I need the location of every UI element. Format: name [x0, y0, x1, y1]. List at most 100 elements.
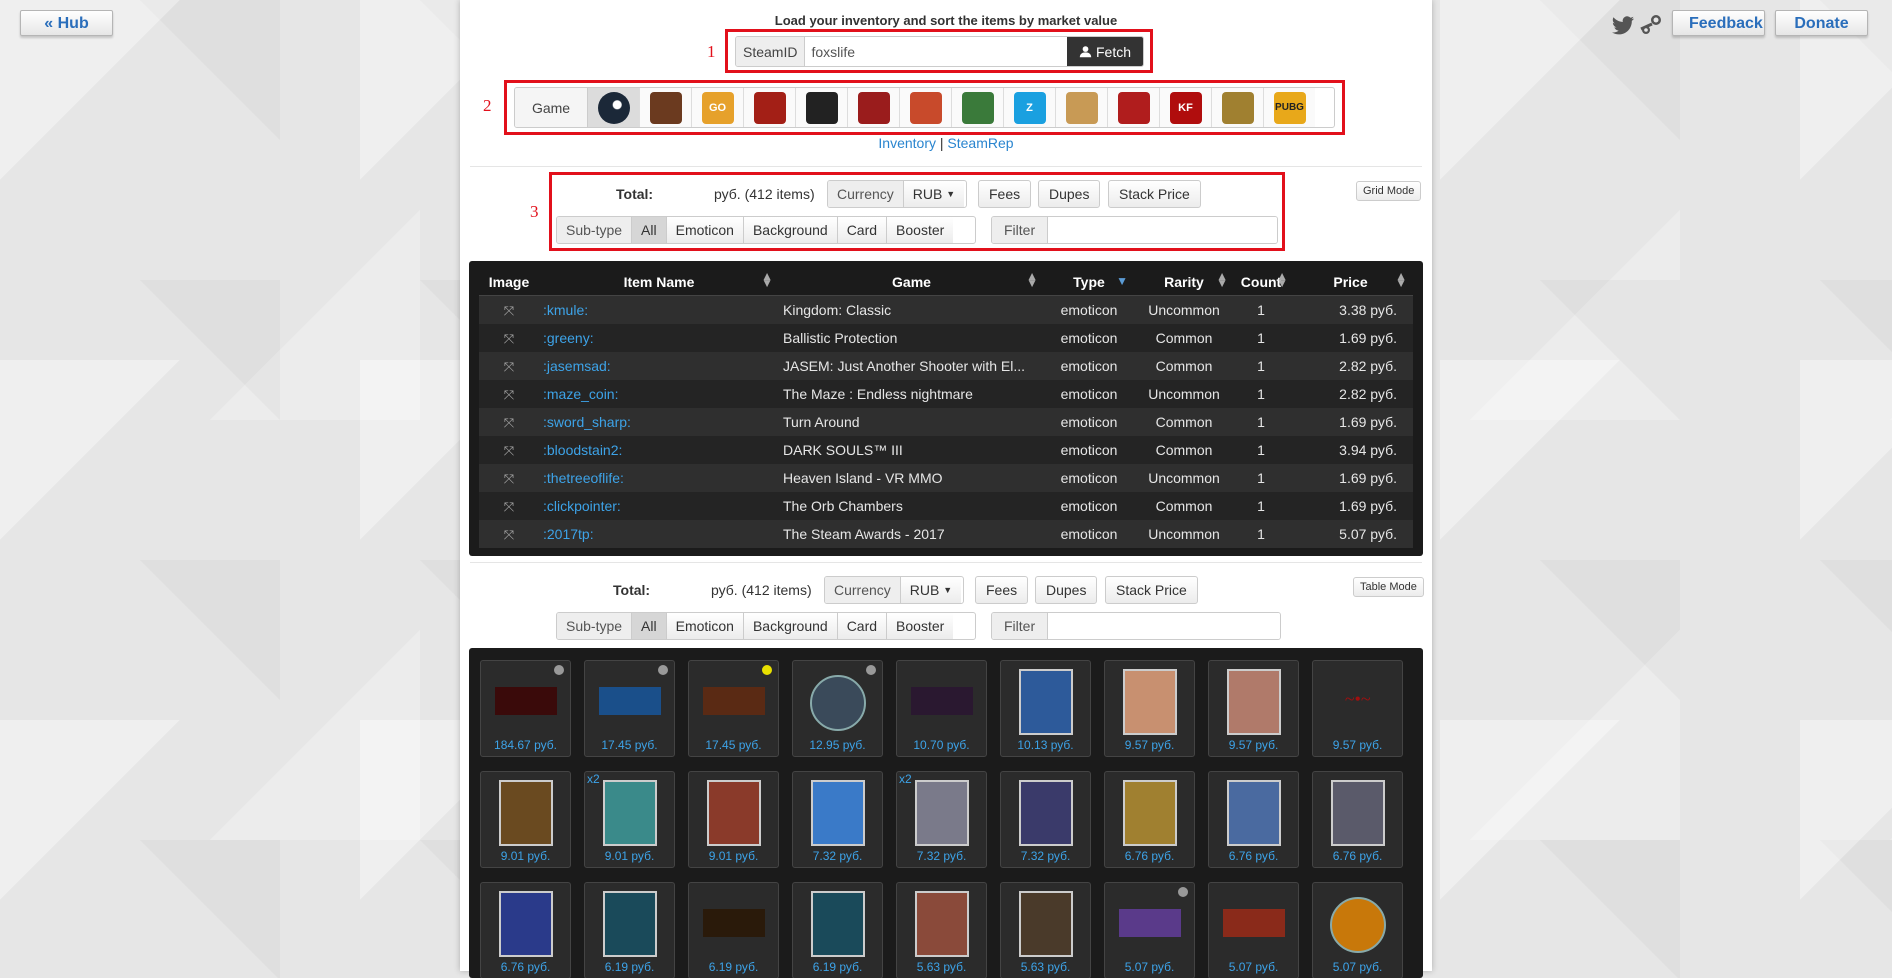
currency-dropdown[interactable]: RUB ▼ [900, 577, 962, 603]
fees-button[interactable]: Fees [975, 576, 1029, 604]
currency-select[interactable]: Currency RUB ▼ [824, 576, 964, 604]
expand-icon[interactable]: ⤧ [504, 471, 514, 487]
col-rarity[interactable]: Rarity ▲ ▼ [1134, 269, 1234, 296]
cell-name[interactable]: :bloodstain2: [539, 436, 779, 464]
grid-item[interactable]: 6.76 руб. [1104, 771, 1195, 868]
inventory-link[interactable]: Inventory [878, 135, 936, 151]
grid-item[interactable]: 5.63 руб. [896, 882, 987, 978]
hub-button[interactable]: « Hub [20, 10, 113, 36]
grid-item[interactable]: 5.07 руб. [1208, 882, 1299, 978]
fees-button[interactable]: Fees [978, 180, 1032, 208]
grid-item[interactable]: x2 7.32 руб. [896, 771, 987, 868]
grid-item[interactable]: 9.01 руб. [480, 771, 571, 868]
grid-item[interactable]: 7.32 руб. [792, 771, 883, 868]
grid-item[interactable]: x2 9.01 руб. [584, 771, 675, 868]
table-mode-button[interactable]: Table Mode [1353, 577, 1424, 597]
grid-item[interactable]: 6.19 руб. [584, 882, 675, 978]
steamrep-link[interactable]: SteamRep [947, 135, 1013, 151]
filter-input[interactable] [1048, 613, 1280, 639]
grid-item[interactable]: 7.32 руб. [1000, 771, 1091, 868]
game-button-bad-rats[interactable] [1056, 88, 1108, 127]
game-button-steam[interactable] [588, 88, 640, 127]
currency-select[interactable]: Currency RUB ▼ [827, 180, 967, 208]
grid-item[interactable]: 6.19 руб. [792, 882, 883, 978]
fetch-button[interactable]: Fetch [1066, 37, 1143, 66]
expand-icon[interactable]: ⤧ [504, 499, 514, 515]
game-button-csgo[interactable]: GO [692, 88, 744, 127]
game-button-dead-island[interactable]: Z [1004, 88, 1056, 127]
grid-item[interactable]: 9.57 руб. [1104, 660, 1195, 757]
col-price[interactable]: Price ▲ ▼ [1288, 269, 1413, 296]
subtype-all[interactable]: All [632, 217, 667, 243]
cell-name[interactable]: :jasemsad: [539, 352, 779, 380]
steam-icon [597, 91, 630, 124]
game-button-pubg[interactable]: PUBG [1264, 88, 1315, 127]
cell-name[interactable]: :sword_sharp: [539, 408, 779, 436]
expand-icon[interactable]: ⤧ [504, 303, 514, 319]
subtype-booster[interactable]: Booster [887, 217, 954, 243]
grid-item[interactable]: 5.07 руб. [1104, 882, 1195, 978]
grid-item[interactable]: 10.13 руб. [1000, 660, 1091, 757]
grid-item[interactable]: 9.01 руб. [688, 771, 779, 868]
grid-mode-button[interactable]: Grid Mode [1356, 181, 1422, 201]
game-button-dota-underlords[interactable] [1212, 88, 1264, 127]
col-count[interactable]: Count ▲ ▼ [1234, 269, 1288, 296]
col-type[interactable]: Type ▼ [1044, 269, 1134, 296]
game-button-rust[interactable] [900, 88, 952, 127]
cell-name[interactable]: :thetreeoflife: [539, 464, 779, 492]
donate-button[interactable]: Donate [1775, 10, 1868, 36]
expand-icon[interactable]: ⤧ [504, 443, 514, 459]
subtype-emoticon[interactable]: Emoticon [666, 613, 744, 639]
game-button-unturned[interactable] [952, 88, 1004, 127]
grid-item[interactable]: 9.57 руб. [1208, 660, 1299, 757]
feedback-button[interactable]: Feedback [1672, 10, 1765, 36]
cell-name[interactable]: :maze_coin: [539, 380, 779, 408]
expand-icon[interactable]: ⤧ [504, 387, 514, 403]
grid-item[interactable]: 17.45 руб. [584, 660, 675, 757]
grid-item[interactable]: 6.76 руб. [1208, 771, 1299, 868]
subtype-booster[interactable]: Booster [887, 613, 954, 639]
twitter-icon[interactable] [1610, 13, 1636, 37]
game-button-h1z1[interactable] [796, 88, 848, 127]
col-item-name[interactable]: Item Name ▲ ▼ [539, 269, 779, 296]
cell-name[interactable]: :kmule: [539, 295, 779, 324]
expand-icon[interactable]: ⤧ [504, 331, 514, 347]
filter-input[interactable] [1048, 217, 1277, 243]
subtype-card[interactable]: Card [837, 613, 888, 639]
items-grid: 184.67 руб. 17.45 руб. 17.45 руб. 12.95 руб… [469, 648, 1423, 978]
grid-item[interactable]: 184.67 руб. [480, 660, 571, 757]
grid-item[interactable]: 5.63 руб. [1000, 882, 1091, 978]
currency-dropdown[interactable]: RUB ▼ [903, 181, 965, 207]
steamid-input[interactable] [805, 37, 1067, 66]
col-game[interactable]: Game ▲ ▼ [779, 269, 1044, 296]
subtype-background[interactable]: Background [743, 217, 838, 243]
cell-name[interactable]: :2017tp: [539, 520, 779, 548]
grid-item[interactable]: ~•~ 9.57 руб. [1312, 660, 1403, 757]
game-button-killing-floor[interactable] [1108, 88, 1160, 127]
grid-item[interactable]: 6.76 руб. [480, 882, 571, 978]
expand-icon[interactable]: ⤧ [504, 527, 514, 543]
grid-item[interactable]: 12.95 руб. [792, 660, 883, 757]
subtype-background[interactable]: Background [743, 613, 838, 639]
grid-item[interactable]: 6.19 руб. [688, 882, 779, 978]
dupes-button[interactable]: Dupes [1035, 576, 1098, 604]
expand-icon[interactable]: ⤧ [504, 359, 514, 375]
dupes-button[interactable]: Dupes [1038, 180, 1101, 208]
subtype-emoticon[interactable]: Emoticon [666, 217, 744, 243]
grid-item[interactable]: 17.45 руб. [688, 660, 779, 757]
expand-icon[interactable]: ⤧ [504, 415, 514, 431]
grid-item[interactable]: 5.07 руб. [1312, 882, 1403, 978]
grid-item[interactable]: 10.70 руб. [896, 660, 987, 757]
cell-name[interactable]: :greeny: [539, 324, 779, 352]
grid-item[interactable]: 6.76 руб. [1312, 771, 1403, 868]
game-button-kf2[interactable]: KF [1160, 88, 1212, 127]
stack-price-button[interactable]: Stack Price [1105, 576, 1198, 604]
steam-group-icon[interactable] [1638, 13, 1664, 37]
game-button-tf2[interactable] [640, 88, 692, 127]
subtype-card[interactable]: Card [837, 217, 888, 243]
stack-price-button[interactable]: Stack Price [1108, 180, 1201, 208]
game-button-dota2[interactable] [744, 88, 796, 127]
subtype-all[interactable]: All [632, 613, 667, 639]
cell-name[interactable]: :clickpointer: [539, 492, 779, 520]
game-button-payday2[interactable] [848, 88, 900, 127]
